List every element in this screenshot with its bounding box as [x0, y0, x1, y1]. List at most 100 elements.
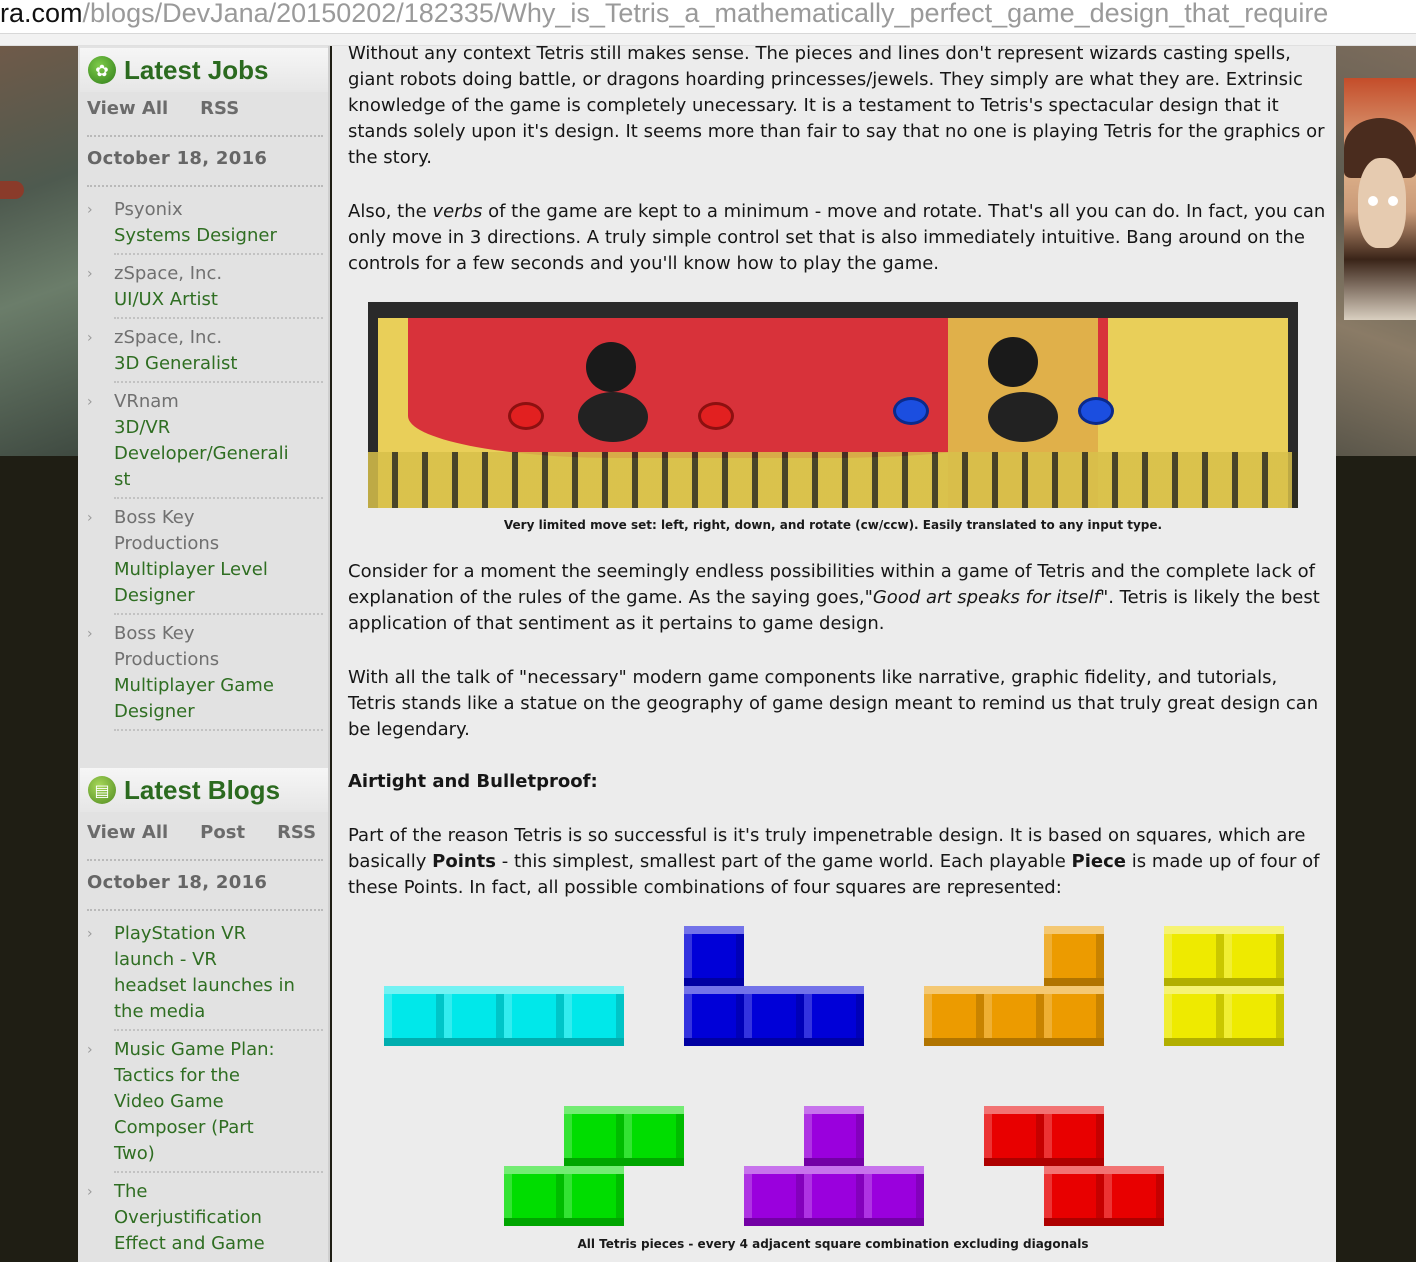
tetris-L-block [1044, 926, 1104, 986]
document-badge-icon: ▤ [88, 776, 116, 804]
blog-link[interactable]: Composer (Part [114, 1115, 327, 1141]
tetris-L-block [1044, 986, 1104, 1046]
blog-link[interactable]: PlayStation VR [114, 921, 327, 947]
background-art-left [0, 46, 80, 456]
job-role-link[interactable]: UI/UX Artist [114, 287, 327, 313]
bullet-icon: › [87, 1184, 93, 1200]
bullet-icon: › [87, 1042, 93, 1058]
job-item[interactable]: › zSpace, Inc. 3D Generalist [87, 325, 327, 383]
blog-link[interactable]: Music Game Plan: [114, 1037, 327, 1063]
paragraph-context: Without any context Tetris still makes s… [348, 43, 1325, 168]
blog-item[interactable]: › PlayStation VR launch - VR headset lau… [87, 921, 327, 1031]
character-portrait [1344, 78, 1416, 320]
blogs-post-link[interactable]: Post [200, 822, 245, 843]
tetris-I-block [384, 986, 444, 1046]
blog-link[interactable]: headset launches in [114, 973, 327, 999]
job-role-link[interactable]: Multiplayer Level [114, 557, 327, 583]
job-company: Productions [114, 533, 220, 554]
tetris-S-block [624, 1106, 684, 1166]
job-item[interactable]: › Boss Key Productions Multiplayer Game … [87, 621, 327, 731]
bullet-icon: › [87, 266, 93, 282]
divider [87, 185, 323, 187]
address-bar[interactable]: ra.com/blogs/DevJana/20150202/182335/Why… [0, 0, 1416, 34]
blog-link[interactable]: Effect and Game [114, 1231, 327, 1257]
blog-link[interactable]: The [114, 1179, 327, 1205]
blog-item[interactable]: › The Overjustification Effect and Game [87, 1179, 327, 1257]
job-item[interactable]: › zSpace, Inc. UI/UX Artist [87, 261, 327, 319]
job-company: Psyonix [114, 199, 183, 220]
paragraph-verbs: Also, the verbs of the game are kept to … [348, 199, 1328, 277]
bullet-icon: › [87, 626, 93, 642]
job-role-link[interactable]: Multiplayer Game [114, 673, 327, 699]
blogs-view-all-link[interactable]: View All [87, 822, 168, 843]
paragraph-possibilities: Consider for a moment the seemingly endl… [348, 559, 1328, 637]
tetris-T-block [864, 1166, 924, 1226]
divider [114, 729, 323, 731]
blogs-links: View All Post RSS [87, 822, 316, 843]
tetris-Z-block [984, 1106, 1044, 1166]
jobs-date: October 18, 2016 [87, 148, 268, 169]
tetris-Z-block [1044, 1166, 1104, 1226]
pieces-caption: All Tetris pieces - every 4 adjacent squ… [577, 1237, 1089, 1251]
tetris-O-block [1164, 986, 1224, 1046]
divider [114, 381, 323, 383]
job-role-link[interactable]: st [114, 467, 327, 493]
url-host: ra.com [0, 0, 83, 28]
job-role-link[interactable]: Designer [114, 699, 327, 725]
blog-link[interactable]: Tactics for the [114, 1063, 327, 1089]
blog-link[interactable]: launch - VR [114, 947, 327, 973]
divider [87, 135, 323, 137]
tetris-O-block [1224, 926, 1284, 986]
blog-item[interactable]: › Music Game Plan: Tactics for the Video… [87, 1037, 327, 1173]
job-company: zSpace, Inc. [114, 327, 223, 348]
bullet-icon: › [87, 926, 93, 942]
tetris-I-block [564, 986, 624, 1046]
job-item[interactable]: › VRnam 3D/VR Developer/Generali st [87, 389, 327, 499]
divider [114, 497, 323, 499]
text-run: of the game are kept to a minimum - move… [348, 201, 1326, 274]
tetris-J-block [684, 986, 744, 1046]
tetris-Z-block [1044, 1106, 1104, 1166]
tetris-O-block [1224, 986, 1284, 1046]
job-role-link[interactable]: Systems Designer [114, 223, 327, 249]
green-badge-icon: ✿ [88, 56, 116, 84]
tetris-J-block [684, 926, 744, 986]
blog-link[interactable]: Overjustification [114, 1205, 327, 1231]
latest-jobs-title: Latest Jobs [124, 54, 269, 85]
blog-link[interactable]: Video Game [114, 1089, 327, 1115]
bullet-icon: › [87, 394, 93, 410]
blog-link[interactable]: the media [114, 999, 327, 1025]
divider [114, 613, 323, 615]
job-role-link[interactable]: 3D/VR [114, 415, 327, 441]
blogs-rss-link[interactable]: RSS [277, 822, 316, 843]
tetris-S-block [564, 1166, 624, 1226]
jobs-rss-link[interactable]: RSS [200, 98, 239, 119]
job-item[interactable]: › Psyonix Systems Designer [87, 197, 327, 255]
tetris-O-block [1164, 926, 1224, 986]
jobs-view-all-link[interactable]: View All [87, 98, 168, 119]
tetris-T-block [744, 1166, 804, 1226]
bullet-icon: › [87, 202, 93, 218]
job-company: zSpace, Inc. [114, 263, 223, 284]
job-role-link[interactable]: Designer [114, 583, 327, 609]
job-role-link[interactable]: Developer/Generali [114, 441, 327, 467]
bold-points: Points [432, 851, 497, 872]
job-item[interactable]: › Boss Key Productions Multiplayer Level… [87, 505, 327, 615]
divider [114, 253, 323, 255]
bullet-icon: › [87, 510, 93, 526]
tetris-T-block [804, 1106, 864, 1166]
latest-blogs-title: Latest Blogs [124, 774, 281, 805]
jobs-links: View All RSS [87, 98, 239, 119]
divider [114, 1029, 323, 1031]
blog-link[interactable]: Two) [114, 1141, 327, 1167]
divider [87, 909, 323, 911]
job-company: Boss Key [114, 507, 195, 528]
photo-caption: Very limited move set: left, right, down… [503, 518, 1163, 532]
sidebar: ✿ Latest Jobs View All RSS October 18, 2… [78, 46, 330, 1262]
text-run: - this simplest, smallest part of the ga… [496, 851, 1072, 872]
paragraph-legendary: With all the talk of "necessary" modern … [348, 667, 1319, 740]
bullet-icon: › [87, 330, 93, 346]
job-role-link[interactable]: 3D Generalist [114, 351, 327, 377]
url-path: /blogs/DevJana/20150202/182335/Why_is_Te… [82, 0, 1329, 28]
tetris-I-block [504, 986, 564, 1046]
